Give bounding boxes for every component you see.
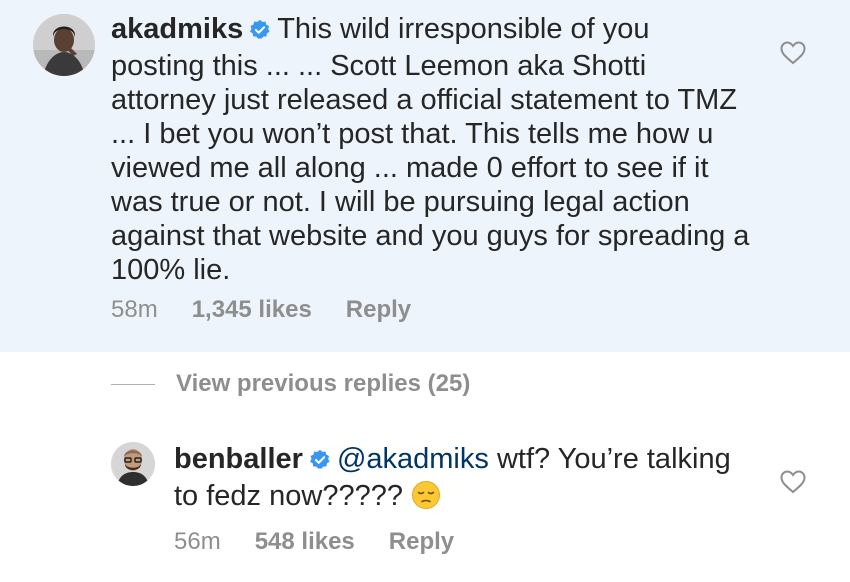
comment-time: 58m — [111, 296, 158, 323]
likes-count[interactable]: 548 likes — [255, 528, 355, 556]
comment-body: akadmiks This wild irresponsible of you p… — [111, 12, 751, 287]
avatar[interactable] — [111, 442, 155, 486]
reply-body: benballer @akadmiks wtf? You’re talking t… — [174, 442, 734, 518]
heart-icon[interactable] — [780, 41, 806, 65]
avatar-image — [111, 442, 155, 486]
heart-icon[interactable] — [780, 470, 806, 494]
view-previous-replies[interactable]: View previous replies (25) — [111, 370, 470, 398]
reply-button[interactable]: Reply — [389, 528, 454, 556]
verified-badge-icon — [249, 15, 271, 49]
highlighted-comment: akadmiks This wild irresponsible of you p… — [0, 0, 850, 352]
comment-meta: 56m 548 likes Reply — [174, 528, 488, 556]
comment-meta: 58m 1,345 likes Reply — [111, 296, 445, 324]
comment-username[interactable]: akadmiks — [111, 13, 243, 45]
comment-time: 56m — [174, 528, 221, 555]
view-previous-replies-label[interactable]: View previous replies (25) — [176, 370, 470, 398]
avatar-image — [33, 14, 95, 76]
verified-badge-icon — [309, 445, 331, 479]
avatar[interactable] — [33, 14, 95, 76]
divider-line — [111, 383, 155, 385]
likes-count[interactable]: 1,345 likes — [192, 296, 312, 324]
comment-username[interactable]: benballer — [174, 443, 303, 475]
mention-link[interactable]: @akadmiks — [337, 443, 489, 475]
pensive-face-emoji — [411, 480, 441, 518]
reply-button[interactable]: Reply — [346, 296, 411, 324]
comment-text: This wild irresponsible of you posting t… — [111, 13, 750, 286]
